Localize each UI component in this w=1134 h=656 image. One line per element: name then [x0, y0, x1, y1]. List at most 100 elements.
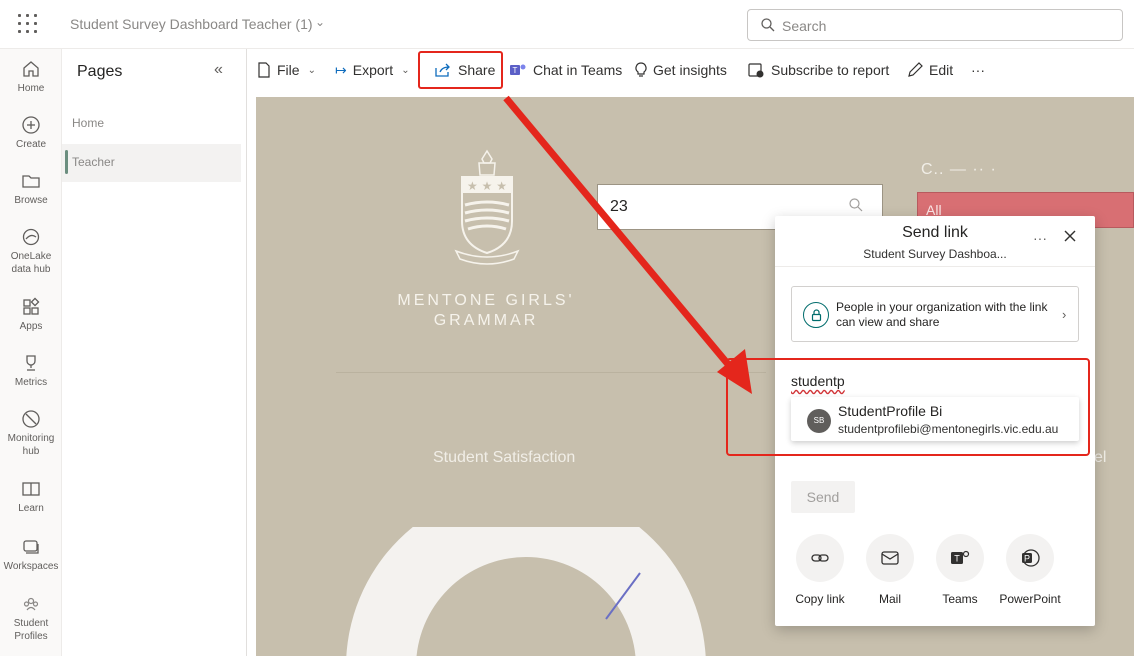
- teams-label: Teams: [942, 592, 978, 606]
- pages-pane: Pages « Home Teacher: [62, 49, 247, 656]
- report-toolbar: File ⌄ ↦ Export ⌄ Share T Chat in Teams Ge…: [247, 49, 1134, 91]
- pages-title: Pages: [77, 63, 123, 80]
- trophy-icon: [26, 355, 36, 371]
- export-menu-button[interactable]: ↦ Export ⌄: [335, 59, 410, 81]
- link-icon: [811, 554, 829, 562]
- powerpoint-icon: P: [1022, 549, 1040, 567]
- mail-option[interactable]: Mail: [855, 534, 925, 606]
- nav-workspaces[interactable]: Workspaces: [0, 537, 62, 573]
- subscribe-icon: [748, 63, 764, 78]
- more-options-button[interactable]: ···: [971, 59, 985, 81]
- search-input[interactable]: Search: [747, 9, 1123, 41]
- chevron-right-icon: ›: [1062, 307, 1067, 322]
- nav-metrics[interactable]: Metrics: [0, 353, 62, 389]
- permission-text: People in your organization with the lin…: [836, 300, 1048, 329]
- nav-home-label: Home: [17, 83, 45, 94]
- onelake-icon: [22, 228, 40, 246]
- subscribe-label: Subscribe to report: [771, 62, 890, 78]
- nav-create-label: Create: [15, 139, 46, 150]
- donut-chart: [346, 527, 706, 656]
- plus-circle-icon: [22, 116, 40, 134]
- lock-icon: [803, 302, 829, 328]
- chat-in-teams-button[interactable]: T Chat in Teams: [509, 59, 622, 81]
- nav-student-profiles[interactable]: Student Profiles: [0, 594, 62, 643]
- svg-text:★ ★ ★: ★ ★ ★: [467, 179, 507, 193]
- chevron-down-icon[interactable]: ⌄: [315, 15, 325, 29]
- collapse-pane-icon[interactable]: «: [214, 61, 223, 79]
- dialog-more-button[interactable]: ···: [1033, 230, 1047, 246]
- teams-option[interactable]: T Teams: [925, 534, 995, 606]
- file-label: File: [277, 62, 300, 78]
- export-arrow-icon: ↦: [335, 61, 347, 78]
- powerpoint-label: PowerPoint: [999, 592, 1061, 606]
- nav-create[interactable]: Create: [0, 115, 62, 151]
- nav-onelake-label: OneLake data hub: [10, 251, 52, 275]
- copy-link-label: Copy link: [795, 592, 845, 606]
- nav-apps-label: Apps: [19, 321, 43, 332]
- section-divider: [336, 372, 766, 373]
- more-icon: ···: [971, 62, 985, 78]
- nav-student-profiles-label: Student Profiles: [13, 618, 49, 642]
- satisfaction-title: Student Satisfaction: [433, 449, 576, 466]
- nav-learn[interactable]: Learn: [0, 479, 62, 515]
- mail-icon: [881, 551, 899, 565]
- book-icon: [22, 482, 40, 496]
- partial-visual-title: el: [1094, 449, 1107, 466]
- page-item-home[interactable]: Home: [62, 105, 241, 143]
- dialog-title: Send link: [902, 224, 968, 241]
- search-icon: [849, 198, 863, 212]
- report-title[interactable]: Student Survey Dashboard Teacher (1): [70, 16, 313, 32]
- powerpoint-option[interactable]: P PowerPoint: [995, 534, 1065, 606]
- share-highlight-annotation: [418, 51, 503, 89]
- chevron-down-icon: ⌄: [401, 64, 410, 76]
- page-item-teacher[interactable]: Teacher: [62, 144, 241, 182]
- edit-label: Edit: [929, 62, 954, 78]
- export-label: Export: [352, 62, 394, 78]
- nav-browse[interactable]: Browse: [0, 171, 62, 207]
- nav-workspaces-label: Workspaces: [3, 561, 59, 572]
- left-nav-rail: Home Create Browse OneLake data hub Apps…: [0, 49, 62, 656]
- chevron-down-icon: ⌄: [307, 64, 316, 76]
- nav-apps[interactable]: Apps: [0, 297, 62, 333]
- app-launcher-icon[interactable]: [18, 14, 38, 34]
- nav-browse-label: Browse: [14, 195, 48, 206]
- nav-monitoring-label: Monitoring hub: [7, 433, 55, 457]
- edit-button[interactable]: Edit: [907, 59, 953, 81]
- send-button[interactable]: Send: [791, 481, 855, 513]
- teams-icon: T: [510, 64, 526, 75]
- school-crest-icon: ★ ★ ★: [454, 149, 520, 265]
- nav-onelake[interactable]: OneLake data hub: [0, 227, 62, 276]
- search-icon: [761, 18, 775, 32]
- slicer-value: 23: [610, 198, 628, 215]
- nav-monitoring[interactable]: Monitoring hub: [0, 409, 62, 458]
- dialog-subtitle: Student Survey Dashboa...: [863, 247, 1007, 261]
- subscribe-button[interactable]: Subscribe to report: [747, 59, 889, 81]
- lightbulb-icon: [635, 62, 647, 77]
- link-permission-settings[interactable]: People in your organization with the lin…: [791, 286, 1079, 342]
- people-icon: [23, 597, 39, 611]
- home-icon: [23, 61, 39, 77]
- nav-home[interactable]: Home: [0, 59, 62, 95]
- mail-label: Mail: [878, 592, 901, 606]
- top-bar: Student Survey Dashboard Teacher (1) ⌄ S…: [0, 0, 1134, 49]
- insights-label: Get insights: [653, 62, 727, 78]
- school-name: MENTONE GIRLS' GRAMMAR: [391, 291, 581, 331]
- monitoring-icon: [22, 410, 40, 428]
- search-placeholder: Search: [782, 18, 827, 34]
- slicer-heading: C.. — ·· ·: [921, 161, 997, 178]
- svg-text:P: P: [1024, 554, 1030, 564]
- teams-icon: T: [951, 550, 970, 564]
- close-icon[interactable]: [1063, 229, 1077, 243]
- pencil-icon: [908, 62, 923, 77]
- apps-icon: [23, 297, 40, 315]
- file-menu-button[interactable]: File ⌄: [257, 59, 316, 81]
- svg-text:T: T: [954, 554, 960, 564]
- svg-text:T: T: [513, 66, 518, 75]
- active-page-indicator: [65, 150, 68, 174]
- get-insights-button[interactable]: Get insights: [635, 59, 727, 81]
- page-item-label: Home: [72, 116, 105, 130]
- recipient-highlight-annotation: [726, 358, 1090, 456]
- workspaces-icon: [23, 540, 39, 554]
- copy-link-option[interactable]: Copy link: [785, 534, 855, 606]
- school-name-line2: GRAMMAR: [433, 312, 539, 329]
